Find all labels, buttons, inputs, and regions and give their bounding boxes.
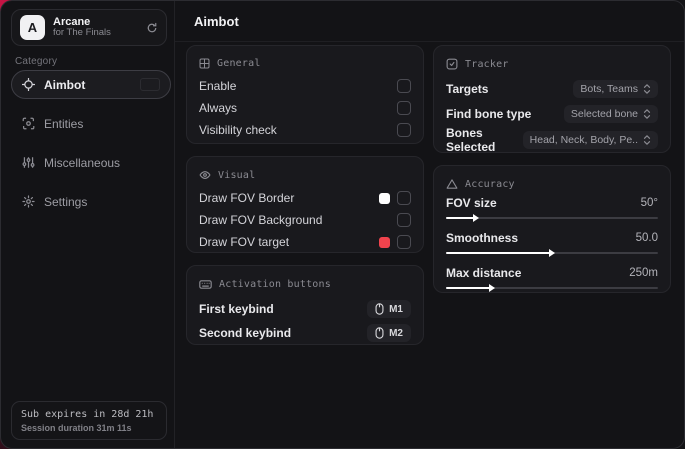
- fov-target-checkbox[interactable]: [397, 235, 411, 249]
- eye-icon: [199, 169, 211, 181]
- session-duration-text: Session duration 31m 11s: [21, 423, 132, 433]
- slider-fill: [446, 252, 551, 254]
- visual-card: Visual Draw FOV Border Draw FOV Backgrou…: [186, 156, 424, 253]
- section-title: Visual: [218, 169, 256, 181]
- smoothness-slider[interactable]: [446, 249, 658, 257]
- setting-label: Draw FOV target: [199, 235, 290, 249]
- fov-size-setting: FOV size 50°: [446, 196, 658, 222]
- slider-thumb[interactable]: [472, 214, 479, 222]
- keyboard-icon: [199, 278, 212, 291]
- main-content: Aimbot General Enable Always Visibility …: [175, 1, 684, 448]
- setting-label: Targets: [446, 81, 489, 96]
- dropdown-value: Bots, Teams: [580, 82, 638, 95]
- app-subtitle: for The Finals: [53, 27, 111, 39]
- always-checkbox[interactable]: [397, 101, 411, 115]
- sync-icon[interactable]: [146, 22, 158, 34]
- app-window: A Arcane for The Finals Category Aimbot: [0, 0, 685, 449]
- setting-label: Second keybind: [199, 326, 292, 340]
- color-swatch[interactable]: [379, 192, 390, 204]
- sub-expiry-text: Sub expires in 28d 21h: [21, 409, 154, 420]
- enable-checkbox[interactable]: [397, 79, 411, 93]
- setting-label: Smoothness: [446, 231, 519, 245]
- slider-value: 50°: [640, 197, 658, 209]
- sidebar: A Arcane for The Finals Category Aimbot: [1, 1, 175, 448]
- mouse-icon: [375, 327, 384, 339]
- section-title: Accuracy: [465, 178, 515, 190]
- keybind-value: M1: [389, 303, 403, 315]
- keybind-value: M2: [389, 327, 403, 339]
- targets-dropdown[interactable]: Bots, Teams: [573, 79, 658, 98]
- second-keybind-button[interactable]: M2: [367, 324, 411, 342]
- chevrons-up-down-icon: [643, 135, 651, 145]
- sidebar-item-settings[interactable]: Settings: [11, 187, 171, 216]
- slider-thumb[interactable]: [548, 249, 555, 257]
- page-header: Aimbot: [175, 1, 684, 42]
- sidebar-item-entities[interactable]: Entities: [11, 109, 171, 138]
- smoothness-setting: Smoothness 50.0: [446, 231, 658, 257]
- slider-value: 50.0: [635, 232, 658, 244]
- setting-label: Max distance: [446, 266, 522, 280]
- tracker-icon: [446, 58, 458, 70]
- section-title: Activation buttons: [219, 279, 331, 290]
- sliders-icon: [22, 156, 35, 169]
- bones-selected-dropdown[interactable]: Head, Neck, Body, Pe..: [522, 131, 658, 149]
- crosshair-icon: [22, 78, 35, 91]
- chevrons-up-down-icon: [643, 83, 651, 94]
- chevrons-up-down-icon: [643, 108, 651, 119]
- grid-icon: [199, 58, 210, 69]
- activation-card: Activation buttons First keybind M1 Seco…: [186, 265, 424, 345]
- page-title: Aimbot: [194, 13, 239, 29]
- first-keybind-button[interactable]: M1: [367, 300, 411, 318]
- setting-label: Bones Selected: [446, 126, 496, 154]
- gear-icon: [22, 195, 35, 208]
- subscription-card: Sub expires in 28d 21h Session duration …: [11, 401, 167, 440]
- find-bone-type-dropdown[interactable]: Selected bone: [563, 104, 658, 123]
- setting-label: FOV size: [446, 196, 497, 210]
- sidebar-item-label: Settings: [44, 194, 88, 209]
- general-card: General Enable Always Visibility check: [186, 45, 424, 144]
- app-logo: A: [20, 15, 45, 40]
- dropdown-value: Head, Neck, Body, Pe..: [529, 134, 638, 146]
- setting-label: Always: [199, 101, 238, 115]
- accuracy-card: Accuracy FOV size 50° Smoothness 50.0 Ma…: [433, 165, 671, 293]
- fov-border-checkbox[interactable]: [397, 191, 411, 205]
- sidebar-item-miscellaneous[interactable]: Miscellaneous: [11, 148, 171, 177]
- category-label: Category: [15, 56, 58, 67]
- sidebar-item-label: Aimbot: [44, 77, 86, 92]
- max-distance-setting: Max distance 250m: [446, 266, 658, 292]
- color-swatch[interactable]: [379, 236, 390, 248]
- section-title: Tracker: [465, 58, 509, 70]
- dropdown-value: Selected bone: [570, 107, 638, 120]
- setting-label: Find bone type: [446, 106, 532, 121]
- keybind-hint-badge: [140, 78, 160, 91]
- sidebar-nav: Aimbot Entities Miscellaneous Settings: [11, 70, 171, 217]
- slider-value: 250m: [629, 267, 658, 279]
- right-column: Tracker Targets Bots, Teams Find bone ty…: [433, 45, 671, 305]
- fov-background-checkbox[interactable]: [397, 213, 411, 227]
- section-title: General: [217, 58, 261, 69]
- triangle-icon: [446, 178, 458, 190]
- fov-size-slider[interactable]: [446, 214, 658, 222]
- entities-icon: [22, 117, 35, 130]
- setting-label: Visibility check: [199, 123, 277, 137]
- setting-label: Enable: [199, 79, 237, 93]
- visibility-check-checkbox[interactable]: [397, 123, 411, 137]
- max-distance-slider[interactable]: [446, 284, 658, 292]
- app-header-card: A Arcane for The Finals: [11, 9, 167, 46]
- left-column: General Enable Always Visibility check V…: [186, 45, 424, 357]
- mouse-icon: [375, 303, 384, 315]
- slider-fill: [446, 287, 491, 289]
- sidebar-item-label: Miscellaneous: [44, 155, 121, 170]
- setting-label: Draw FOV Border: [199, 191, 295, 205]
- app-logo-letter: A: [27, 20, 38, 35]
- sidebar-item-aimbot[interactable]: Aimbot: [11, 70, 171, 99]
- setting-label: First keybind: [199, 302, 274, 316]
- slider-fill: [446, 217, 475, 219]
- slider-thumb[interactable]: [488, 284, 495, 292]
- sidebar-item-label: Entities: [44, 116, 84, 131]
- tracker-card: Tracker Targets Bots, Teams Find bone ty…: [433, 45, 671, 154]
- setting-label: Draw FOV Background: [199, 213, 323, 227]
